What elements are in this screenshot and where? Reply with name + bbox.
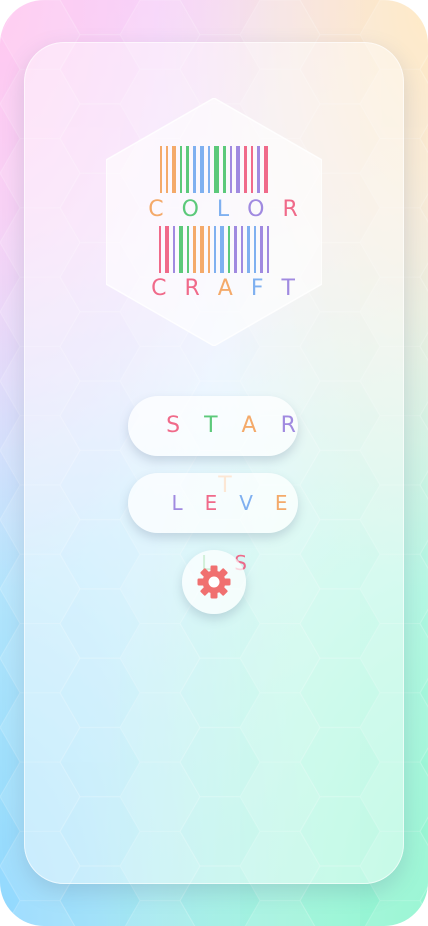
gear-icon <box>197 565 231 599</box>
barcode-bar <box>208 146 210 193</box>
barcode-bar <box>193 146 196 193</box>
barcode-bar <box>264 146 268 193</box>
barcode-bar <box>254 226 256 273</box>
barcode-bar <box>257 146 260 193</box>
barcode-bar <box>160 146 162 193</box>
logo-hexagon-badge <box>105 97 323 347</box>
barcode-bar <box>200 146 204 193</box>
barcode-bar <box>187 226 189 273</box>
logo-word-color: COLOR <box>106 198 322 222</box>
logo-title-line1: COLOR <box>148 197 307 222</box>
barcode-bar <box>208 226 210 273</box>
barcode-bar <box>247 226 250 273</box>
logo-title-line2: CRAFT <box>151 276 304 301</box>
barcode-bar <box>214 146 219 193</box>
main-menu-panel: COLOR CRAFT START LEVELS <box>24 42 404 884</box>
barcode-bar <box>251 146 253 193</box>
barcode-bar <box>166 146 168 193</box>
barcode-bar <box>180 146 182 193</box>
barcode-bar <box>214 226 216 273</box>
settings-button[interactable] <box>182 550 246 614</box>
start-button[interactable]: START <box>128 396 298 498</box>
barcode-bar <box>186 146 189 193</box>
barcode-bar <box>173 226 175 273</box>
barcode-bar <box>241 226 243 273</box>
barcode-bar <box>179 226 183 273</box>
barcode-bar <box>230 146 232 193</box>
barcode-bar <box>220 226 224 273</box>
barcode-bar <box>165 226 169 273</box>
logo-word-craft: CRAFT <box>106 277 322 301</box>
game-logo: COLOR CRAFT <box>105 97 323 347</box>
barcode-bar <box>159 226 161 273</box>
game-screen: COLOR CRAFT START LEVELS <box>0 0 428 926</box>
barcode-bar <box>244 146 247 193</box>
levels-button[interactable]: LEVELS <box>128 473 298 575</box>
barcode-bar <box>223 146 226 193</box>
barcode-bar <box>234 226 237 273</box>
barcode-bar <box>200 226 204 273</box>
barcode-bar <box>228 226 230 273</box>
barcode-bar <box>267 226 269 273</box>
barcode-bar <box>260 226 263 273</box>
barcode-bar <box>172 146 176 193</box>
barcode-bar <box>236 146 240 193</box>
barcode-bar <box>193 226 196 273</box>
